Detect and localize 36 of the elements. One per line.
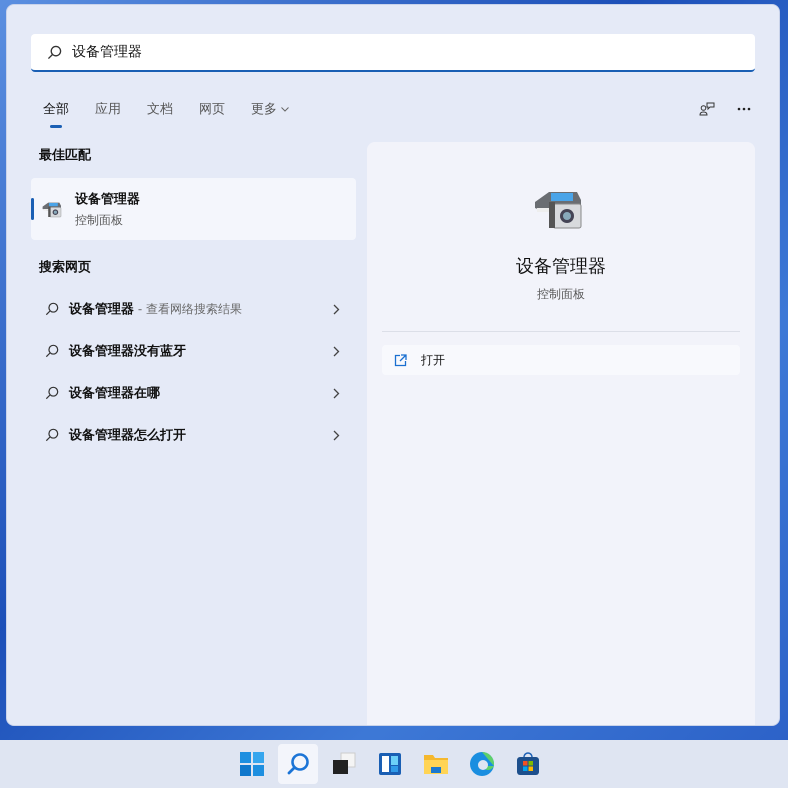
windows-logo-icon [240,752,264,776]
section-heading: 最佳匹配 [39,147,92,164]
widgets-icon [378,752,402,776]
store-bag-icon [516,752,540,776]
tab[interactable]: 更多 [251,100,289,128]
tab[interactable]: 应用 [95,100,121,128]
search-icon [45,302,59,316]
tab[interactable]: 全部 [43,100,69,128]
app-subtitle: 控制面板 [537,286,585,303]
section-heading: 搜索网页 [39,258,92,276]
search-field[interactable]: 设备管理器 [31,34,755,72]
more-icon [737,107,751,111]
task-view-icon [332,752,356,776]
chevron-right-icon [333,304,340,314]
open-action[interactable]: 打开 [382,345,740,375]
web-search-result[interactable]: 设备管理器在哪 [31,372,356,414]
chevron-right-icon [333,388,340,398]
search-icon [45,428,59,442]
chevron-right-icon [333,346,340,356]
search-icon [286,752,310,776]
person-speech-icon [699,102,715,116]
tab[interactable]: 文档 [147,100,173,128]
caret-down-icon [281,106,289,112]
web-search-result[interactable]: 设备管理器没有蓝牙 [31,330,356,372]
browser-icon [469,751,495,777]
search-icon [45,386,59,400]
app-title: 设备管理器 [516,255,606,278]
tab[interactable]: 网页 [199,100,225,128]
search-icon [47,44,62,60]
best-match-item[interactable]: 设备管理器 控制面板 [31,178,356,240]
chevron-right-icon [333,430,340,440]
web-search-result[interactable]: 设备管理器 - 查看网络搜索结果 [31,288,356,330]
open-external-icon [394,354,407,366]
search-icon [45,344,59,358]
folder-icon [423,752,449,776]
web-search-result[interactable]: 设备管理器怎么打开 [31,414,356,456]
